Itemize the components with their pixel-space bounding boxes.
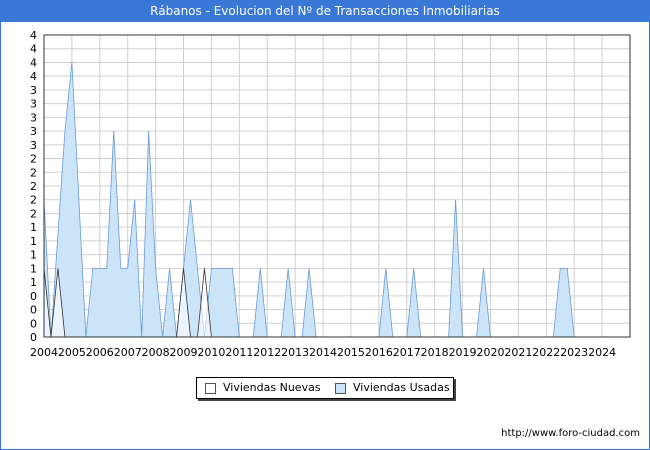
y-tick-label: 2	[30, 153, 37, 166]
y-tick-label: 1	[30, 276, 37, 289]
x-tick-label: 2008	[142, 346, 170, 359]
x-tick-label: 2019	[449, 346, 477, 359]
x-tick-label: 2004	[30, 346, 58, 359]
y-tick-label: 3	[30, 125, 37, 138]
y-tick-label: 2	[30, 207, 37, 220]
y-tick-label: 0	[30, 331, 37, 344]
y-tick-label: 3	[30, 84, 37, 97]
y-tick-label: 4	[30, 29, 37, 42]
y-axis-ticks: 00001111122222333334444	[30, 29, 37, 344]
y-tick-label: 0	[30, 317, 37, 330]
x-tick-label: 2018	[421, 346, 449, 359]
x-tick-label: 2011	[225, 346, 253, 359]
y-tick-label: 3	[30, 111, 37, 124]
y-tick-label: 4	[30, 56, 37, 69]
x-tick-label: 2017	[393, 346, 421, 359]
x-tick-label: 2016	[365, 346, 393, 359]
x-tick-label: 2015	[337, 346, 365, 359]
y-tick-label: 3	[30, 139, 37, 152]
y-tick-label: 2	[30, 166, 37, 179]
x-tick-label: 2023	[560, 346, 588, 359]
x-tick-label: 2012	[253, 346, 281, 359]
x-tick-label: 2020	[476, 346, 504, 359]
y-tick-label: 1	[30, 221, 37, 234]
y-tick-label: 1	[30, 235, 37, 248]
legend-swatch-nuevas	[205, 383, 216, 394]
x-tick-label: 2005	[58, 346, 86, 359]
y-tick-label: 0	[30, 290, 37, 303]
x-axis-ticks: 2004 2005 2006 2007 2008 2009 2010 2011 2012 2013…	[30, 346, 616, 359]
x-tick-label: 2013	[281, 346, 309, 359]
x-tick-label: 2014	[309, 346, 337, 359]
y-tick-label: 3	[30, 98, 37, 111]
legend-swatch-usadas	[335, 383, 346, 394]
y-tick-label: 2	[30, 180, 37, 193]
legend: Viviendas Nuevas Viviendas Usadas	[196, 377, 454, 399]
y-tick-label: 2	[30, 194, 37, 207]
source-link[interactable]: http://www.foro-ciudad.com	[501, 428, 640, 439]
y-tick-label: 0	[30, 304, 37, 317]
x-tick-label: 2022	[532, 346, 560, 359]
y-tick-label: 1	[30, 249, 37, 262]
x-tick-label: 2007	[114, 346, 142, 359]
x-tick-label: 2006	[86, 346, 114, 359]
y-tick-label: 1	[30, 262, 37, 275]
x-tick-label: 2021	[504, 346, 532, 359]
x-tick-label: 2010	[197, 346, 225, 359]
legend-label-nuevas: Viviendas Nuevas	[223, 381, 321, 394]
y-tick-label: 4	[30, 43, 37, 56]
legend-label-usadas: Viviendas Usadas	[353, 381, 450, 394]
x-tick-label: 2024	[588, 346, 616, 359]
x-tick-label: 2009	[170, 346, 198, 359]
y-tick-label: 4	[30, 70, 37, 83]
